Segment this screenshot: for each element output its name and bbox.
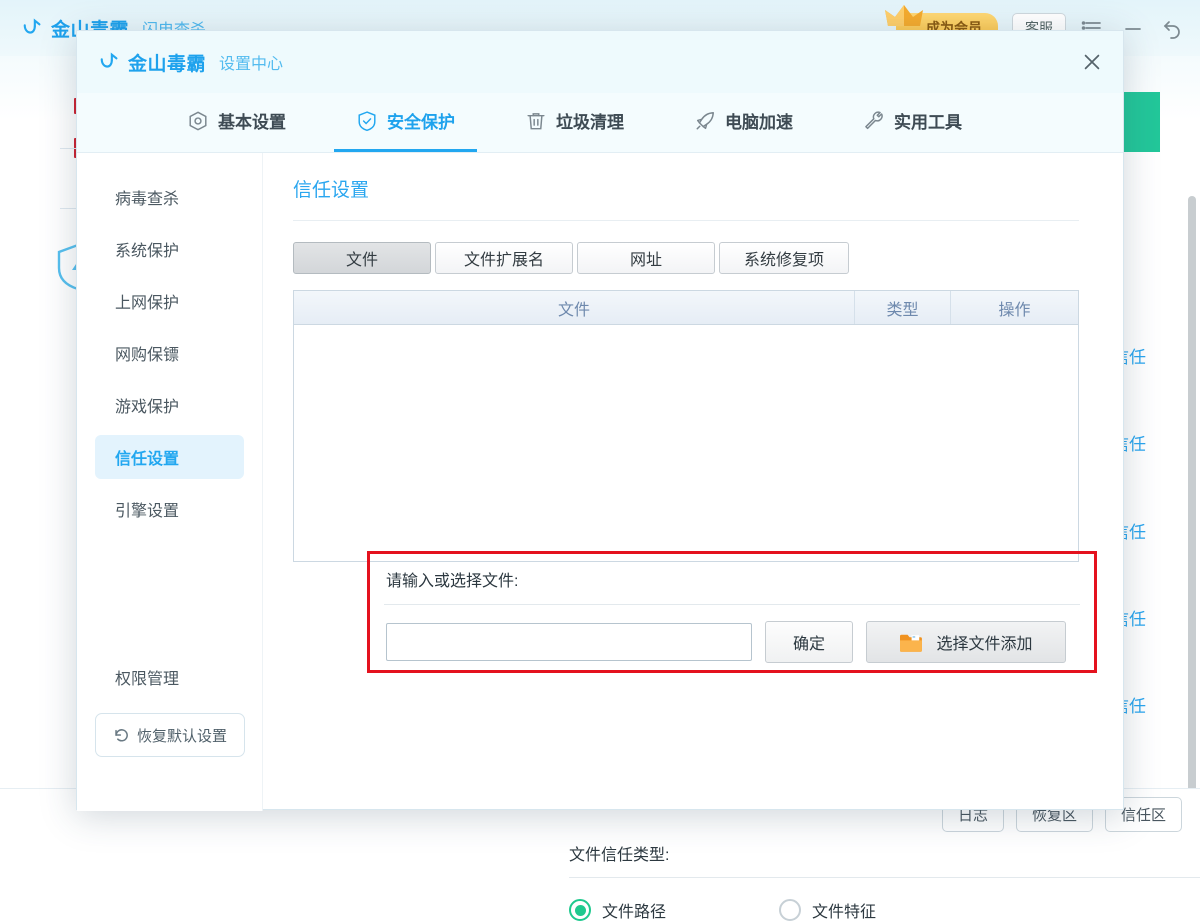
radio-option-file-feature[interactable]: 文件特征 (779, 898, 876, 922)
sidebar-item-engine-settings[interactable]: 引擎设置 (95, 487, 244, 531)
sidebar-item-permission-management-wrap: 权限管理 (77, 647, 262, 707)
radio-option-file-path[interactable]: 文件路径 (569, 898, 779, 922)
file-picker-divider (384, 604, 1080, 605)
shield-check-icon (356, 110, 378, 132)
trust-list-table: 文件 类型 操作 (293, 290, 1079, 562)
sidebar-item-game-protection[interactable]: 游戏保护 (95, 383, 244, 427)
tab-utility-tools[interactable]: 实用工具 (841, 92, 984, 152)
hexagon-gear-icon (187, 110, 209, 132)
confirm-button[interactable]: 确定 (765, 621, 853, 663)
table-body-empty (294, 325, 1078, 561)
trust-tab-system-repair[interactable]: 系统修复项 (719, 242, 849, 274)
tab-basic-settings[interactable]: 基本设置 (165, 92, 308, 152)
sidebar-item-shopping-guard[interactable]: 网购保镖 (95, 331, 244, 375)
file-picker-highlight-box: 请输入或选择文件: 确定 选择文件添加 (367, 551, 1097, 673)
undo-arrow-icon[interactable] (1160, 15, 1186, 41)
tab-pc-acceleration-label: 电脑加速 (725, 108, 793, 133)
radio-option-file-path-label: 文件路径 (602, 898, 666, 922)
file-trust-type-options: 文件路径 文件特征 (569, 898, 1200, 922)
settings-window-subtitle: 设置中心 (219, 50, 283, 74)
tab-utility-tools-label: 实用工具 (894, 108, 962, 133)
table-column-header-file: 文件 (294, 291, 854, 324)
page-title-divider (293, 220, 1079, 221)
radio-indicator-file-feature[interactable] (779, 899, 801, 921)
table-header-row: 文件 类型 操作 (294, 291, 1078, 325)
file-trust-type-divider (569, 877, 1200, 878)
background-green-action-button[interactable] (1120, 92, 1160, 152)
settings-brand-name: 金山毒霸 (128, 49, 206, 76)
settings-sidebar: 病毒查杀 系统保护 上网保护 网购保镖 游戏保护 信任设置 引擎设置 权限管理 … (77, 153, 263, 811)
sidebar-item-virus-scan[interactable]: 病毒查杀 (95, 175, 244, 219)
tab-security-protection[interactable]: 安全保护 (334, 92, 477, 152)
tab-security-protection-label: 安全保护 (387, 108, 455, 133)
background-vertical-scrollbar[interactable] (1188, 196, 1196, 796)
sidebar-item-trust-settings[interactable]: 信任设置 (95, 435, 244, 479)
settings-body: 病毒查杀 系统保护 上网保护 网购保镖 游戏保护 信任设置 引擎设置 权限管理 … (77, 153, 1123, 811)
tab-pc-acceleration[interactable]: 电脑加速 (672, 92, 815, 152)
rocket-icon (694, 110, 716, 132)
settings-center-window: 金山毒霸 设置中心 基本设置 安全保护 (76, 30, 1124, 810)
settings-main-pane: 信任设置 文件 文件扩展名 网址 系统修复项 文件 类型 操作 文件信任类型: (263, 153, 1123, 811)
page-title: 信任设置 (293, 175, 1079, 202)
kingsoft-swoosh-logo-icon (22, 17, 44, 39)
trust-tab-url[interactable]: 网址 (577, 242, 715, 274)
sidebar-item-permission-management[interactable]: 权限管理 (95, 655, 244, 699)
trash-icon (525, 110, 547, 132)
settings-window-header: 金山毒霸 设置中心 (77, 31, 1123, 93)
settings-logo-group: 金山毒霸 设置中心 (99, 49, 283, 76)
sidebar-item-web-protection[interactable]: 上网保护 (95, 279, 244, 323)
trust-category-tabs: 文件 文件扩展名 网址 系统修复项 (293, 242, 1079, 274)
tab-junk-cleanup-label: 垃圾清理 (556, 108, 624, 133)
restore-default-settings-label: 恢复默认设置 (137, 725, 227, 746)
file-trust-type-label: 文件信任类型: (569, 841, 1200, 865)
file-path-input[interactable] (386, 623, 752, 661)
radio-option-file-feature-label: 文件特征 (812, 898, 876, 922)
tab-basic-settings-label: 基本设置 (218, 108, 286, 133)
trust-tab-file[interactable]: 文件 (293, 242, 431, 274)
file-picker-row: 确定 选择文件添加 (386, 621, 1094, 663)
close-icon[interactable] (1075, 45, 1109, 79)
trust-tab-file-extension[interactable]: 文件扩展名 (435, 242, 573, 274)
choose-file-add-button[interactable]: 选择文件添加 (866, 621, 1066, 663)
radio-indicator-file-path[interactable] (569, 899, 591, 921)
folder-icon (899, 633, 922, 652)
table-column-header-action: 操作 (950, 291, 1078, 324)
sidebar-item-system-protection[interactable]: 系统保护 (95, 227, 244, 271)
restore-default-settings-button[interactable]: 恢复默认设置 (95, 713, 245, 757)
file-picker-label: 请输入或选择文件: (386, 567, 1094, 591)
crown-icon (882, 1, 926, 31)
choose-file-add-label: 选择文件添加 (936, 630, 1032, 654)
settings-tab-bar: 基本设置 安全保护 垃圾清理 (77, 93, 1123, 153)
kingsoft-swoosh-logo-icon (99, 51, 121, 73)
tab-junk-cleanup[interactable]: 垃圾清理 (503, 92, 646, 152)
table-column-header-type: 类型 (854, 291, 950, 324)
restore-arrow-icon (113, 727, 130, 744)
file-trust-type-section: 文件信任类型: 文件路径 文件特征 (569, 841, 1200, 922)
wrench-icon (863, 110, 885, 132)
